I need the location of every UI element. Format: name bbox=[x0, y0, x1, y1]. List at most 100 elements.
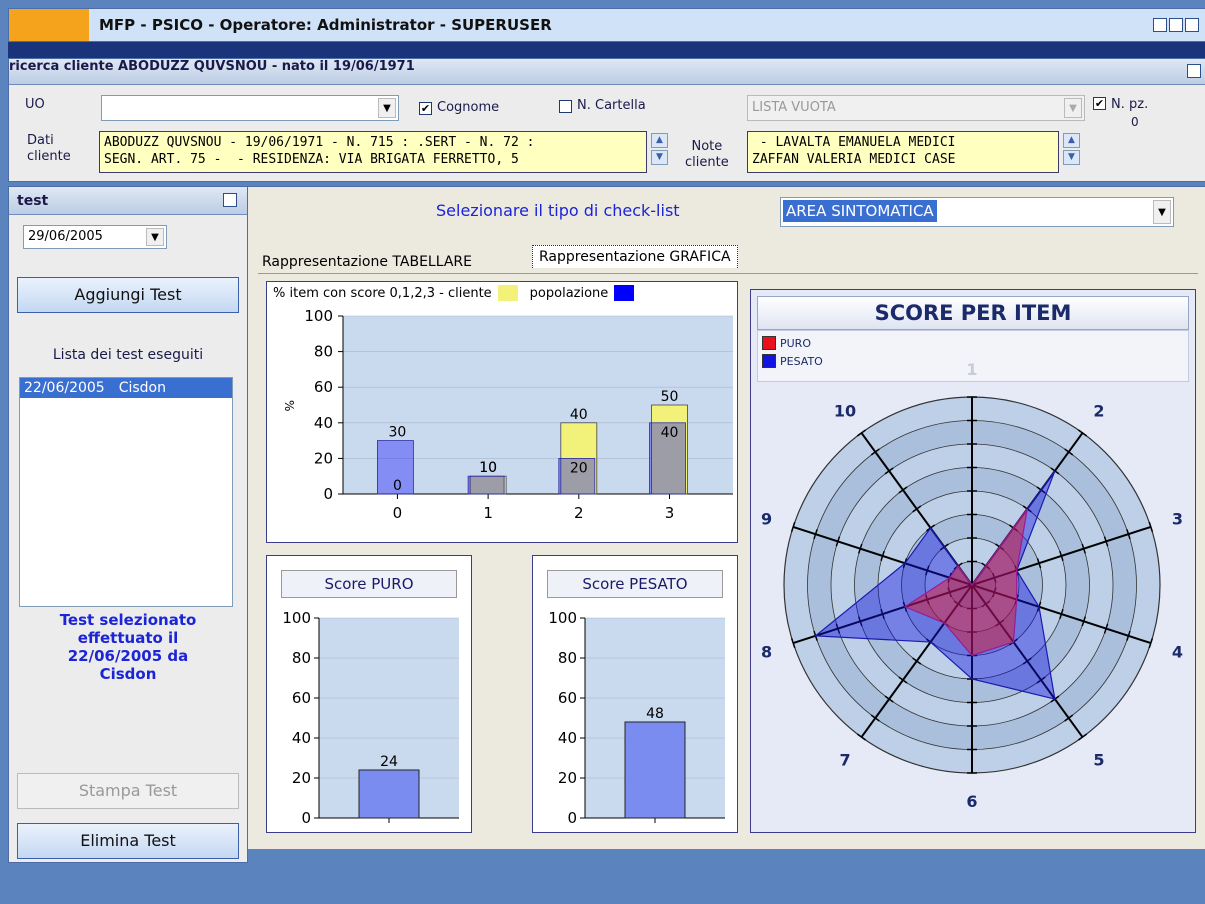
chevron-down-icon[interactable]: ▼ bbox=[1153, 200, 1171, 224]
radar-chart: 1 2 3 4 5 6 7 8 9 10 bbox=[761, 360, 1183, 811]
scroll-down-icon[interactable]: ▼ bbox=[1063, 150, 1080, 165]
x-tick-label: 1 bbox=[483, 504, 493, 522]
chart-title: % item con score 0,1,2,3 - cliente bbox=[273, 285, 492, 301]
status-bar bbox=[0, 863, 1205, 904]
y-tick-label: 0 bbox=[323, 485, 333, 503]
title-separator bbox=[8, 42, 1205, 58]
data-label-cliente: 0 bbox=[393, 478, 402, 494]
data-label-score: 48 bbox=[646, 706, 664, 722]
test-list-label: Lista dei test eseguiti bbox=[52, 347, 204, 363]
list-item[interactable]: 22/06/2005 Cisdon bbox=[20, 378, 232, 398]
cognome-label: Cognome bbox=[437, 100, 500, 115]
score-pesato-title: Score PESATO bbox=[547, 570, 723, 598]
dati-label-1: Dati bbox=[27, 133, 54, 148]
x-tick-label: 3 bbox=[665, 504, 675, 522]
dati-label: Dati cliente bbox=[27, 133, 71, 165]
y-tick-label: 80 bbox=[558, 649, 577, 667]
data-label-cliente: 50 bbox=[661, 389, 679, 405]
radar-axis-label: 1 bbox=[966, 360, 977, 379]
note-label: Note cliente bbox=[685, 139, 729, 171]
radar-axis-label: 8 bbox=[761, 643, 772, 662]
tab-divider bbox=[258, 273, 1198, 274]
lista-select[interactable]: LISTA VUOTA ▼ bbox=[747, 95, 1085, 121]
y-tick-label: 40 bbox=[558, 729, 577, 747]
test-panel-title: test bbox=[17, 193, 49, 209]
radar-axis-label: 7 bbox=[839, 751, 850, 770]
dati-line: SEGN. ART. 75 - - RESIDENZA: VIA BRIGATA… bbox=[104, 152, 519, 167]
y-axis-label: % bbox=[282, 400, 296, 411]
print-test-button[interactable]: Stampa Test bbox=[17, 773, 239, 809]
lista-value: LISTA VUOTA bbox=[752, 100, 836, 115]
note-line: ZAFFAN VALERIA MEDICI CASE bbox=[752, 152, 956, 167]
cognome-checkbox[interactable]: ✔ bbox=[419, 102, 432, 115]
scroll-up-icon[interactable]: ▲ bbox=[651, 133, 668, 148]
data-label-popolazione: 40 bbox=[661, 425, 679, 441]
dati-cliente-field[interactable]: ABODUZZ QUVSNOU - 19/06/1971 - N. 715 : … bbox=[99, 131, 647, 173]
y-tick-label: 40 bbox=[292, 729, 311, 747]
title-bar: MFP - PSICO - Operatore: Administrator -… bbox=[8, 8, 1205, 42]
selected-line: effettuato il bbox=[77, 629, 179, 647]
collapse-icon[interactable] bbox=[1187, 64, 1201, 78]
data-label-score: 24 bbox=[380, 754, 398, 770]
bar-popolazione bbox=[467, 475, 505, 495]
y-tick-label: 0 bbox=[567, 809, 577, 827]
x-tick-label: 0 bbox=[393, 504, 403, 522]
chevron-down-icon[interactable]: ▼ bbox=[378, 98, 396, 118]
list-item-date: 22/06/2005 bbox=[24, 380, 105, 396]
scroll-up-icon[interactable]: ▲ bbox=[1063, 133, 1080, 148]
test-panel: test 29/06/2005 ▼ Aggiungi Test Lista de… bbox=[8, 186, 248, 863]
tab-tabellare[interactable]: Rappresentazione TABELLARE bbox=[258, 251, 476, 273]
bar-chart: 020406080100%0030110102402035040 bbox=[282, 307, 733, 522]
close-icon[interactable] bbox=[1185, 18, 1199, 32]
radar-panel: SCORE PER ITEM PURO PESATO 1 2 3 4 5 6 7 8 9 10 bbox=[750, 289, 1196, 833]
selected-line: Cisdon bbox=[99, 665, 157, 683]
data-label-popolazione: 30 bbox=[389, 425, 407, 441]
score-pesato-panel: Score PESATO 0 20 40 60 80 100 48 bbox=[532, 555, 738, 833]
legend-swatch-popolazione bbox=[614, 285, 635, 301]
chevron-down-icon[interactable]: ▼ bbox=[1064, 98, 1082, 118]
uo-select[interactable]: ▼ bbox=[101, 95, 399, 121]
note-line: - LAVALTA EMANUELA MEDICI bbox=[752, 135, 956, 150]
note-scroll[interactable]: ▲ ▼ bbox=[1063, 133, 1080, 167]
minimize-icon[interactable] bbox=[1153, 18, 1167, 32]
radar-axis-label: 9 bbox=[761, 509, 772, 528]
delete-test-button[interactable]: Elimina Test bbox=[17, 823, 239, 859]
dati-line: ABODUZZ QUVSNOU - 19/06/1971 - N. 715 : … bbox=[104, 135, 535, 150]
radar-axis-label: 4 bbox=[1172, 643, 1183, 662]
y-tick-label: 80 bbox=[292, 649, 311, 667]
data-label-popolazione: 10 bbox=[479, 460, 497, 476]
npz-count: 0 bbox=[1131, 115, 1139, 129]
search-panel: ricerca cliente ABODUZZ QUVSNOU - nato i… bbox=[8, 58, 1205, 182]
add-test-button[interactable]: Aggiungi Test bbox=[17, 277, 239, 313]
test-list[interactable]: 22/06/2005 Cisdon bbox=[19, 377, 233, 607]
note-label-1: Note bbox=[691, 139, 723, 154]
y-tick-label: 20 bbox=[558, 769, 577, 787]
checklist-select[interactable]: AREA SINTOMATICA ▼ bbox=[780, 197, 1174, 227]
search-title: ricerca cliente ABODUZZ QUVSNOU - nato i… bbox=[9, 59, 415, 74]
uo-label: UO bbox=[25, 97, 45, 112]
score-distribution-panel: % item con score 0,1,2,3 - cliente popol… bbox=[266, 281, 738, 543]
y-tick-label: 60 bbox=[558, 689, 577, 707]
ncartella-checkbox[interactable] bbox=[559, 100, 572, 113]
scroll-down-icon[interactable]: ▼ bbox=[651, 150, 668, 165]
main-panel: Selezionare il tipo di check-list AREA S… bbox=[248, 186, 1205, 849]
test-date-select[interactable]: 29/06/2005 ▼ bbox=[23, 225, 167, 249]
dati-label-2: cliente bbox=[27, 149, 71, 164]
data-label-popolazione: 20 bbox=[570, 460, 588, 476]
ncartella-label: N. Cartella bbox=[577, 98, 646, 113]
score-puro-panel: Score PURO 0 20 40 60 80 100 24 bbox=[266, 555, 472, 833]
y-tick-label: 80 bbox=[314, 343, 333, 361]
npz-checkbox[interactable]: ✔ bbox=[1093, 97, 1106, 110]
maximize-icon[interactable] bbox=[1169, 18, 1183, 32]
dati-scroll[interactable]: ▲ ▼ bbox=[651, 133, 668, 167]
y-tick-label: 40 bbox=[314, 414, 333, 432]
note-label-2: cliente bbox=[685, 155, 729, 170]
note-cliente-field[interactable]: - LAVALTA EMANUELA MEDICI ZAFFAN VALERIA … bbox=[747, 131, 1059, 173]
y-tick-label: 20 bbox=[314, 449, 333, 467]
y-tick-label: 60 bbox=[292, 689, 311, 707]
chevron-down-icon[interactable]: ▼ bbox=[146, 228, 164, 246]
collapse-icon[interactable] bbox=[223, 193, 237, 207]
search-header: ricerca cliente ABODUZZ QUVSNOU - nato i… bbox=[9, 59, 1205, 85]
bar-score bbox=[358, 769, 420, 819]
tab-grafica[interactable]: Rappresentazione GRAFICA bbox=[532, 245, 738, 268]
